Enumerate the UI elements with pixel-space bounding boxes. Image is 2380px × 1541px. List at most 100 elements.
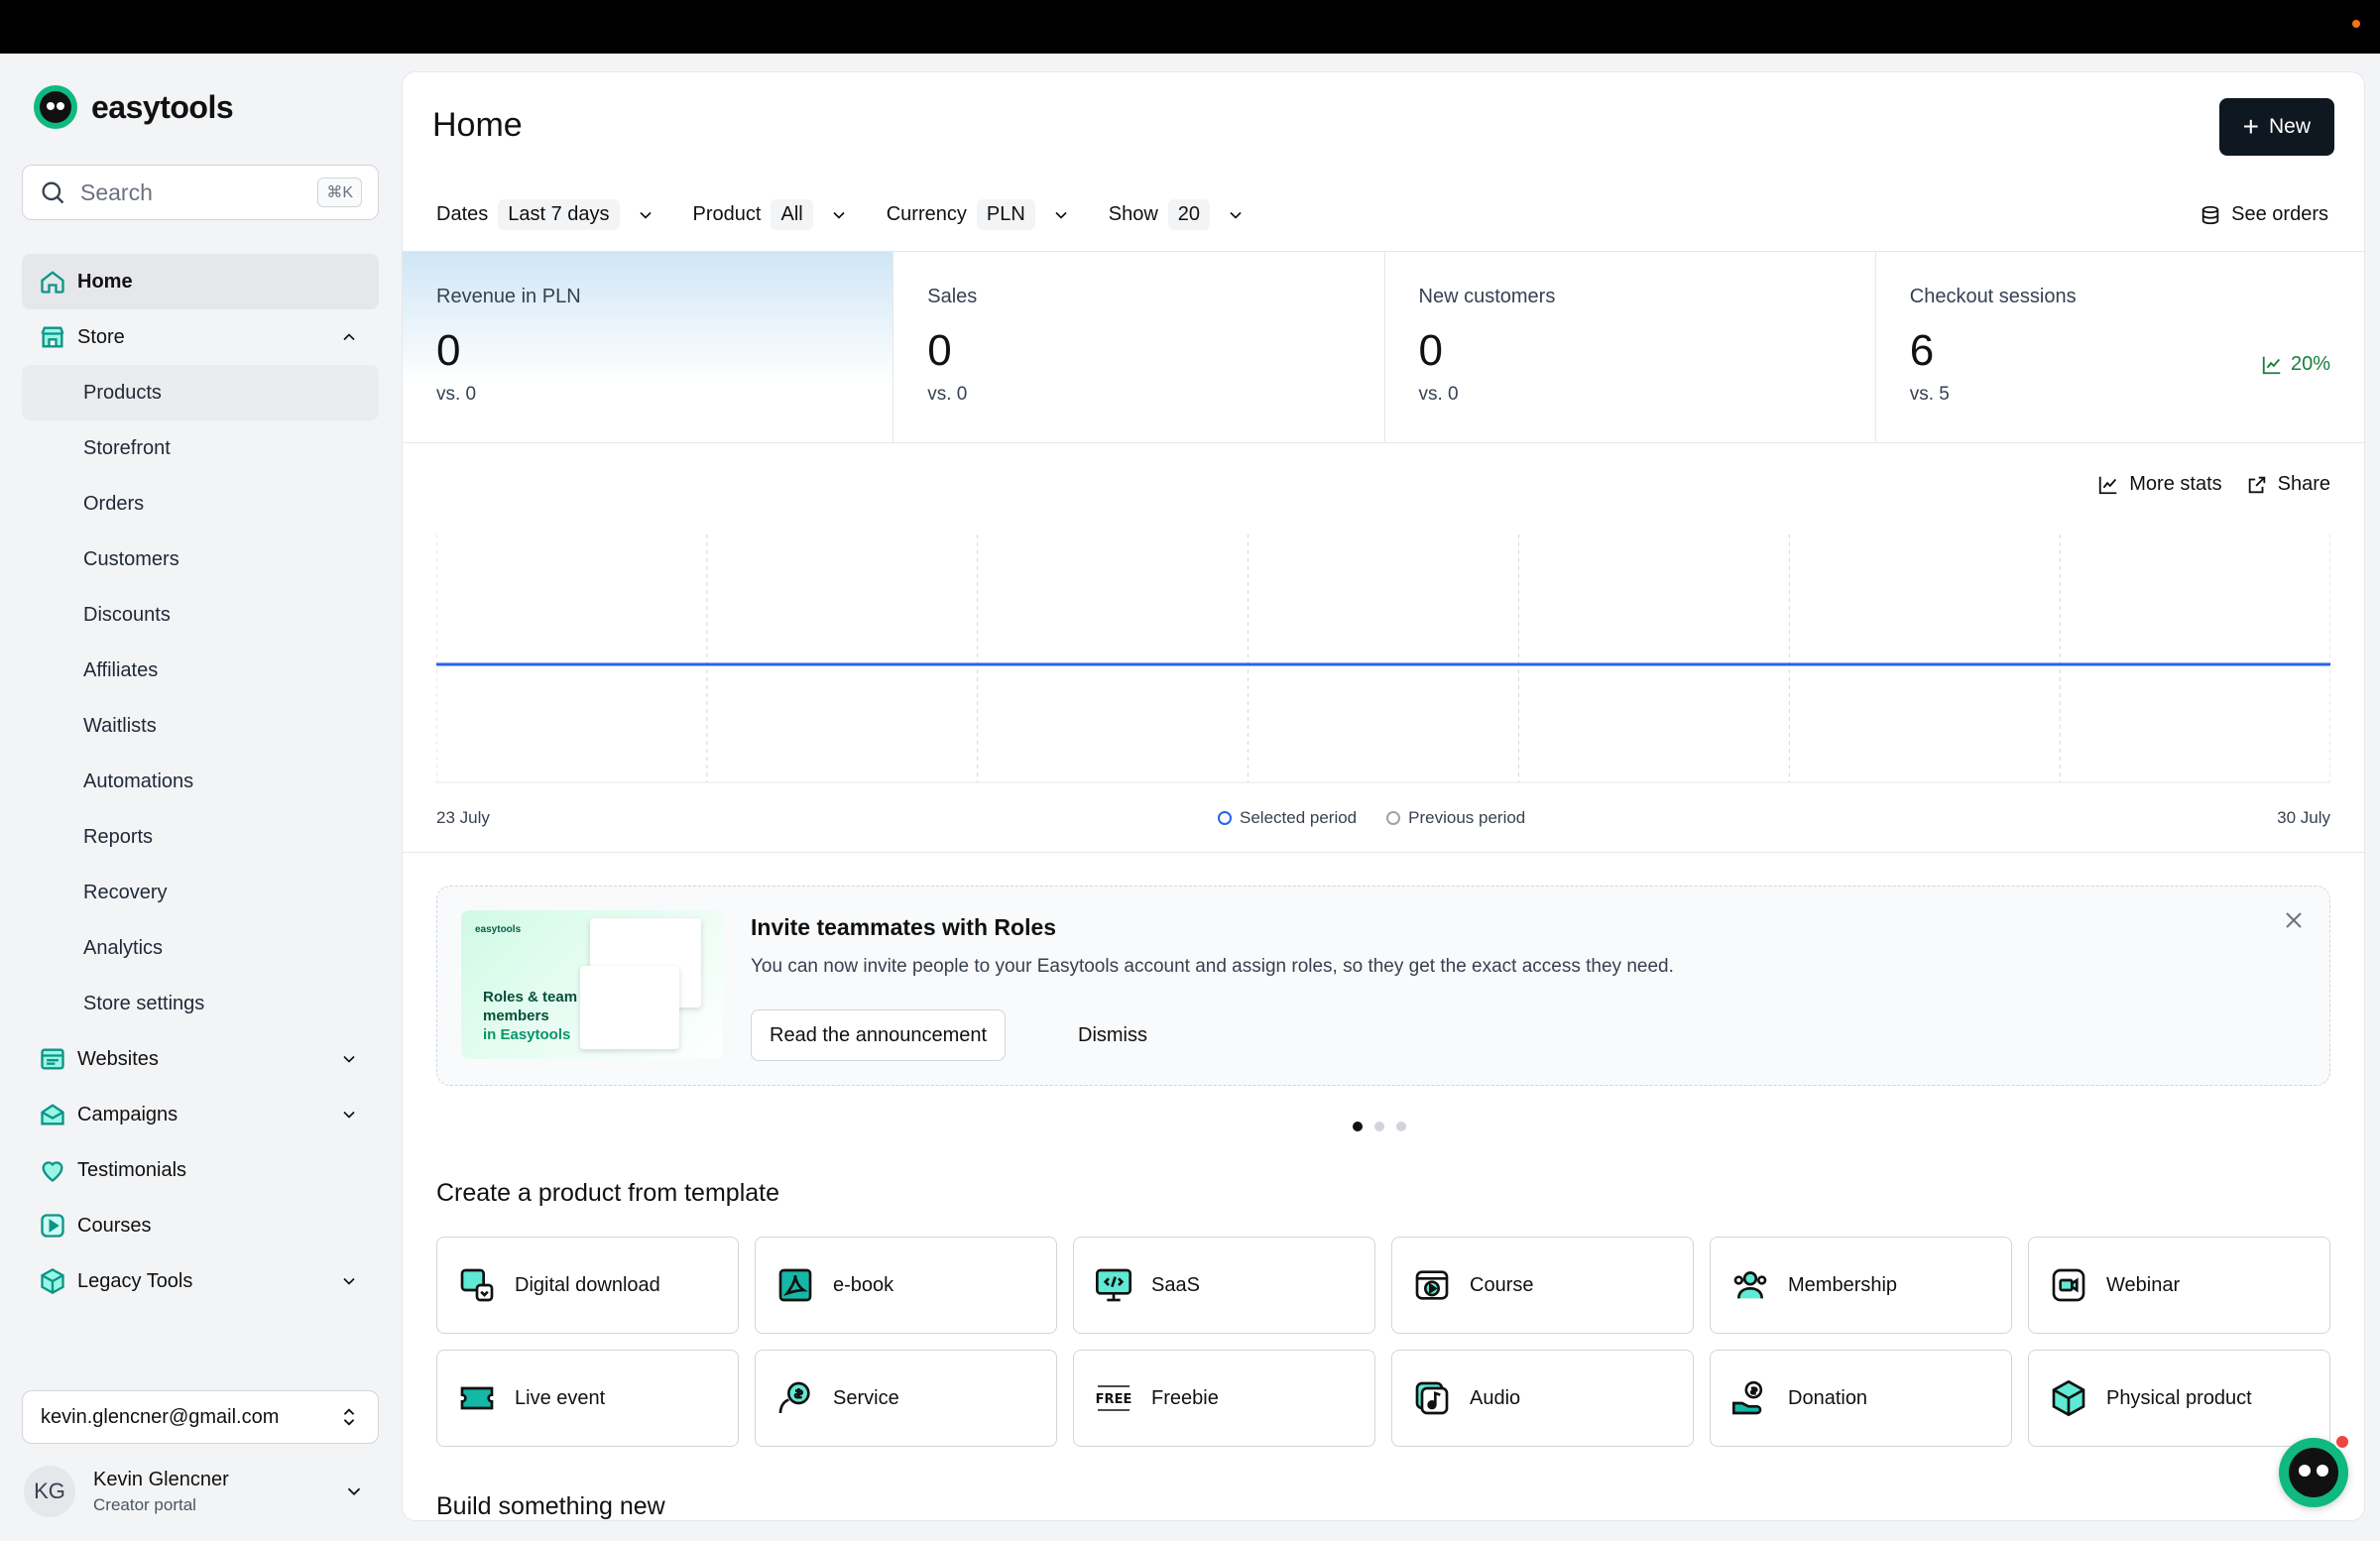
external-link-icon bbox=[2248, 476, 2265, 493]
sidebar-item-recovery[interactable]: Recovery bbox=[22, 865, 379, 920]
sidebar-item-waitlists[interactable]: Waitlists bbox=[22, 698, 379, 754]
sidebar-item-testimonials[interactable]: Testimonials bbox=[22, 1142, 379, 1198]
template-label: Live event bbox=[515, 1386, 606, 1409]
thumbnail-text: Roles & team members in Easytools bbox=[483, 988, 592, 1044]
template-label: e-book bbox=[833, 1273, 894, 1296]
main-panel: Home + New Dates Last 7 days Product All… bbox=[402, 71, 2365, 1521]
sidebar-nav: Home Store Products Storefront Orders Cu… bbox=[22, 254, 379, 1309]
video-course-icon bbox=[1412, 1265, 1452, 1305]
sidebar-item-courses[interactable]: Courses bbox=[22, 1198, 379, 1253]
sidebar-item-store-settings[interactable]: Store settings bbox=[22, 976, 379, 1031]
donation-icon bbox=[1730, 1378, 1770, 1418]
template-label: SaaS bbox=[1151, 1273, 1200, 1296]
free-tag-icon: FREE bbox=[1094, 1378, 1133, 1418]
search-input[interactable]: Search ⌘K bbox=[22, 165, 379, 220]
user-menu[interactable]: KG Kevin Glencner Creator portal bbox=[24, 1460, 381, 1523]
sidebar-item-affiliates[interactable]: Affiliates bbox=[22, 643, 379, 698]
stat-card-new-customers[interactable]: New customers 0 vs. 0 bbox=[1385, 252, 1876, 442]
chevron-up-down-icon bbox=[343, 1408, 355, 1426]
sidebar-item-orders[interactable]: Orders bbox=[22, 476, 379, 532]
template-service[interactable]: Service bbox=[755, 1350, 1057, 1447]
account-selector[interactable]: kevin.glencner@gmail.com bbox=[22, 1390, 379, 1444]
svg-text:FREE: FREE bbox=[1096, 1392, 1132, 1407]
template-course[interactable]: Course bbox=[1391, 1237, 1694, 1334]
template-label: Membership bbox=[1788, 1273, 1898, 1296]
sidebar-item-label: Legacy Tools bbox=[77, 1269, 193, 1292]
heart-icon bbox=[38, 1155, 67, 1185]
template-membership[interactable]: Membership bbox=[1710, 1237, 2012, 1334]
product-filter[interactable]: Product All bbox=[693, 199, 849, 230]
sidebar-item-label: Courses bbox=[77, 1214, 152, 1237]
legend-previous-period[interactable]: Previous period bbox=[1386, 808, 1525, 828]
filter-label: Dates bbox=[436, 203, 489, 225]
template-webinar[interactable]: Webinar bbox=[2028, 1237, 2330, 1334]
stat-label: Revenue in PLN bbox=[436, 286, 581, 307]
sidebar-item-home[interactable]: Home bbox=[22, 254, 379, 309]
sidebar-item-storefront[interactable]: Storefront bbox=[22, 420, 379, 476]
sidebar-item-legacy-tools[interactable]: Legacy Tools bbox=[22, 1253, 379, 1309]
app-logo[interactable]: easytools bbox=[34, 85, 234, 129]
ticket-icon bbox=[457, 1378, 497, 1418]
share-button[interactable]: Share bbox=[2246, 473, 2330, 496]
see-orders-link[interactable]: See orders bbox=[2200, 203, 2328, 226]
chevron-down-icon bbox=[343, 1277, 355, 1285]
sidebar-item-analytics[interactable]: Analytics bbox=[22, 920, 379, 976]
banner-description: You can now invite people to your Easyto… bbox=[751, 956, 1674, 977]
stat-value: 0 bbox=[436, 326, 461, 375]
sidebar-item-discounts[interactable]: Discounts bbox=[22, 587, 379, 643]
account-email: kevin.glencner@gmail.com bbox=[41, 1405, 280, 1428]
stat-comparison: vs. 0 bbox=[1418, 384, 1459, 405]
announcement-thumbnail: easytools Roles & team members in Easytoo… bbox=[461, 910, 723, 1059]
sidebar-item-websites[interactable]: Websites bbox=[22, 1031, 379, 1087]
template-donation[interactable]: Donation bbox=[1710, 1350, 2012, 1447]
dates-filter[interactable]: Dates Last 7 days bbox=[436, 199, 655, 230]
read-announcement-button[interactable]: Read the announcement bbox=[751, 1009, 1007, 1061]
thumbnail-card bbox=[580, 966, 679, 1049]
dismiss-button[interactable]: Dismiss bbox=[1078, 1009, 1147, 1061]
chevron-down-icon bbox=[343, 1111, 355, 1119]
chevron-down-icon bbox=[347, 1487, 361, 1496]
divider bbox=[403, 852, 2364, 853]
template-ebook[interactable]: e-book bbox=[755, 1237, 1057, 1334]
more-stats-button[interactable]: More stats bbox=[2097, 473, 2222, 496]
new-button[interactable]: + New bbox=[2218, 98, 2334, 156]
carousel-dot[interactable] bbox=[1396, 1122, 1406, 1131]
stat-card-revenue[interactable]: Revenue in PLN 0 vs. 0 bbox=[403, 252, 894, 442]
sidebar-item-customers[interactable]: Customers bbox=[22, 532, 379, 587]
template-freebie[interactable]: FREE Freebie bbox=[1073, 1350, 1375, 1447]
see-orders-label: See orders bbox=[2231, 203, 2328, 225]
stat-card-sales[interactable]: Sales 0 vs. 0 bbox=[893, 252, 1385, 442]
sidebar-item-automations[interactable]: Automations bbox=[22, 754, 379, 809]
sidebar-item-reports[interactable]: Reports bbox=[22, 809, 379, 865]
sidebar-item-products[interactable]: Products bbox=[22, 365, 379, 420]
courses-icon bbox=[38, 1211, 67, 1241]
search-label: Search bbox=[80, 178, 153, 205]
sidebar: easytools Search ⌘K Home Store Products … bbox=[0, 54, 399, 1541]
help-chat-button[interactable] bbox=[2279, 1434, 2350, 1507]
chart-icon bbox=[2099, 476, 2117, 494]
carousel-dot[interactable] bbox=[1374, 1122, 1384, 1131]
stat-card-checkout-sessions[interactable]: Checkout sessions 6 vs. 5 20% bbox=[1876, 252, 2364, 442]
carousel-dot[interactable] bbox=[1353, 1122, 1363, 1131]
template-physical-product[interactable]: Physical product bbox=[2028, 1350, 2330, 1447]
template-digital-download[interactable]: Digital download bbox=[436, 1237, 739, 1334]
plus-icon: + bbox=[2242, 111, 2259, 142]
template-saas[interactable]: SaaS bbox=[1073, 1237, 1375, 1334]
template-label: Course bbox=[1470, 1273, 1534, 1296]
legend-selected-period[interactable]: Selected period bbox=[1218, 808, 1357, 828]
show-filter[interactable]: Show 20 bbox=[1109, 199, 1246, 230]
sidebar-item-store[interactable]: Store bbox=[22, 309, 379, 365]
sidebar-item-campaigns[interactable]: Campaigns bbox=[22, 1087, 379, 1142]
sidebar-item-label: Store bbox=[77, 325, 125, 348]
stat-comparison: vs. 0 bbox=[436, 384, 477, 405]
template-audio[interactable]: Audio bbox=[1391, 1350, 1694, 1447]
user-name: Kevin Glencner bbox=[93, 1468, 229, 1490]
logo-icon bbox=[34, 85, 77, 129]
search-shortcut: ⌘K bbox=[317, 178, 362, 207]
template-live-event[interactable]: Live event bbox=[436, 1350, 739, 1447]
share-label: Share bbox=[2277, 473, 2330, 495]
filter-value: 20 bbox=[1167, 199, 1211, 230]
currency-filter[interactable]: Currency PLN bbox=[887, 199, 1071, 230]
thumbnail-logo: easytools bbox=[475, 924, 522, 935]
close-icon[interactable] bbox=[2282, 908, 2306, 932]
